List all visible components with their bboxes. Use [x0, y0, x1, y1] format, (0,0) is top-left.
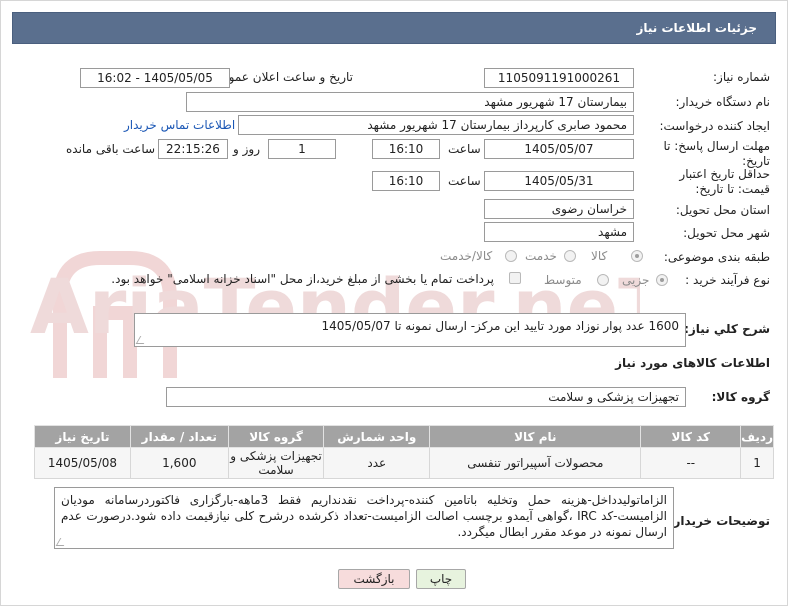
buyer-notes-text: الزاماتولیدداخل-هزینه حمل وتخلیه باتامین… [61, 493, 667, 539]
cell-quantity: 1,600 [129, 447, 229, 479]
category-option-service: خدمت [525, 249, 557, 263]
back-button[interactable]: بازگشت [338, 569, 410, 589]
print-button[interactable]: چاپ [416, 569, 466, 589]
col-header-goods-code: کد کالا [640, 425, 742, 448]
process-radio-minor[interactable] [656, 274, 668, 286]
buyer-notes-field: الزاماتولیدداخل-هزینه حمل وتخلیه باتامین… [54, 487, 674, 549]
city-label: شهر محل تحویل: [683, 226, 770, 240]
category-option-goods-service: کالا/خدمت [440, 249, 493, 263]
requester-label: ایجاد کننده درخواست: [659, 119, 770, 133]
announce-datetime-field: 1405/05/05 - 16:02 [80, 68, 230, 88]
price-date-field: 1405/05/31 [484, 171, 634, 191]
goods-group-field: تجهیزات پزشکی و سلامت [166, 387, 686, 407]
province-label: استان محل تحویل: [675, 203, 770, 217]
buyer-org-field: بیمارستان 17 شهریور مشهد [186, 92, 634, 112]
col-header-quantity: تعداد / مقدار [129, 425, 229, 448]
city-field: مشهد [484, 222, 634, 242]
process-radio-medium[interactable] [597, 274, 609, 286]
cell-need-date: 1405/05/08 [34, 447, 131, 479]
reply-date-field: 1405/05/07 [484, 139, 634, 159]
cell-unit: عدد [323, 447, 431, 479]
cell-goods-code: -- [640, 447, 742, 479]
treasury-note: پرداخت تمام یا بخشی از مبلغ خرید،از محل … [111, 272, 494, 286]
days-field: 1 [268, 139, 336, 159]
process-option-medium: متوسط [544, 273, 582, 287]
page-title: جزئیات اطلاعات نیاز [636, 21, 757, 35]
remaining-time-field: 22:15:26 [158, 139, 228, 159]
resize-handle-icon [55, 538, 69, 546]
treasury-checkbox[interactable] [509, 272, 521, 284]
buyer-notes-label: توضیحات خریدار: [668, 514, 770, 528]
col-header-unit: واحد شمارش [323, 425, 431, 448]
price-time-label: ساعت [448, 174, 481, 188]
process-type-label: نوع فرآیند خرید : [685, 273, 770, 287]
need-number-label: شماره نیاز: [713, 70, 770, 84]
need-desc-field: 1600 عدد پوار نوزاد مورد تایید این مرکز-… [134, 313, 686, 347]
reply-deadline-label: مهلت ارسال پاسخ: تا تاریخ: [663, 139, 770, 168]
col-header-row-number: ردیف [740, 425, 774, 448]
table-row: 1 -- محصولات آسپیراتور تنفسی عدد تجهیزات… [34, 447, 774, 479]
cell-goods-name: محصولات آسپیراتور تنفسی [429, 447, 642, 479]
reply-time-label: ساعت [448, 142, 481, 156]
category-label: طبقه بندی موضوعی: [663, 250, 770, 264]
category-radio-service[interactable] [564, 250, 576, 262]
cell-row-number: 1 [740, 447, 774, 479]
resize-handle-icon [135, 336, 149, 344]
col-header-need-date: تاریخ نیاز [34, 425, 131, 448]
process-option-minor: جزیی [622, 273, 650, 287]
price-validity-label: حداقل تاریخ اعتبار قیمت: تا تاریخ: [679, 167, 770, 196]
reply-time-field: 16:10 [372, 139, 440, 159]
need-desc-label: شرح کلي نياز: [684, 322, 770, 336]
goods-info-heading: اطلاعات کالاهای مورد نیاز [615, 356, 770, 370]
goods-group-label: گروه کالا: [711, 390, 770, 404]
col-header-goods-name: نام کالا [429, 425, 642, 448]
remaining-label: ساعت باقی مانده [66, 142, 156, 156]
need-number-field: 1105091191000261 [484, 68, 634, 88]
buyer-org-label: نام دستگاه خریدار: [675, 95, 771, 109]
category-option-goods: کالا [591, 249, 608, 263]
cell-goods-group: تجهیزات پزشکی و سلامت [227, 447, 325, 479]
days-label: روز و [233, 142, 260, 156]
items-table: ردیف کد کالا نام کالا واحد شمارش گروه کا… [34, 425, 774, 479]
col-header-goods-group: گروه کالا [227, 425, 325, 448]
requester-field: محمود صابری کارپرداز بیمارستان 17 شهریور… [238, 115, 634, 135]
table-header-row: ردیف کد کالا نام کالا واحد شمارش گروه کا… [34, 425, 774, 448]
price-time-field: 16:10 [372, 171, 440, 191]
category-radio-goods-service[interactable] [505, 250, 517, 262]
category-radio-goods[interactable] [631, 250, 643, 262]
buyer-contact-link[interactable]: اطلاعات تماس خریدار [124, 118, 235, 132]
province-field: خراسان رضوی [484, 199, 634, 219]
header-bar: جزئیات اطلاعات نیاز [12, 12, 776, 44]
need-desc-text: 1600 عدد پوار نوزاد مورد تایید این مرکز-… [321, 319, 679, 333]
